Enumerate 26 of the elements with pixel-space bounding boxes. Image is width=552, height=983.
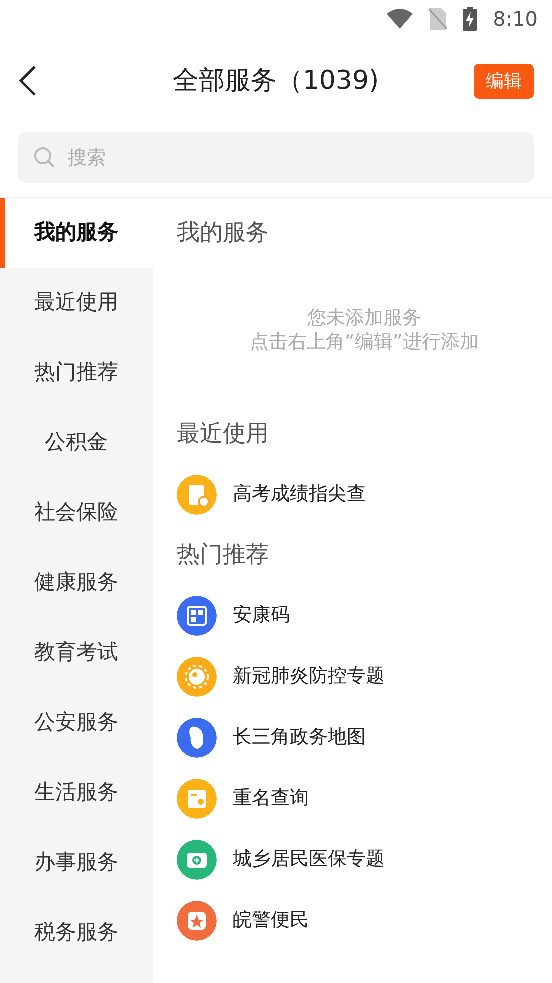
empty-message: 您未添加服务 点击右上角“编辑”进行添加	[249, 306, 480, 355]
back-icon[interactable]	[18, 65, 38, 97]
sidebar-item[interactable]: 我的服务	[0, 198, 153, 268]
service-name[interactable]: 长三角政务地图	[233, 723, 366, 752]
status-time: 8:10	[493, 6, 538, 33]
medical-kit-icon[interactable]	[177, 840, 217, 880]
map-icon[interactable]	[177, 718, 217, 758]
search-field[interactable]: 搜索	[18, 132, 534, 183]
section-title: 热门推荐	[177, 541, 270, 570]
wifi-icon	[387, 9, 414, 29]
section-title: 我的服务	[177, 219, 270, 248]
section-title: 最近使用	[177, 420, 270, 449]
document-icon[interactable]	[177, 474, 217, 514]
page-title: 全部服务（1039)	[172, 64, 380, 98]
battery-icon	[463, 7, 478, 31]
service-name[interactable]: 安康码	[233, 601, 290, 630]
service-name[interactable]: 重名查询	[233, 784, 309, 813]
service-name[interactable]: 皖警便民	[233, 906, 309, 935]
profile-card-icon[interactable]	[177, 778, 217, 818]
service-name[interactable]: 新冠肺炎防控专题	[233, 662, 385, 691]
service-name[interactable]: 城乡居民医保专题	[233, 845, 385, 874]
qr-code-icon[interactable]	[177, 596, 217, 636]
service-name[interactable]: 高考成绩指尖查	[233, 480, 366, 509]
no-sim-icon	[429, 8, 448, 30]
badge-icon[interactable]	[177, 900, 217, 940]
virus-icon[interactable]	[177, 656, 217, 696]
